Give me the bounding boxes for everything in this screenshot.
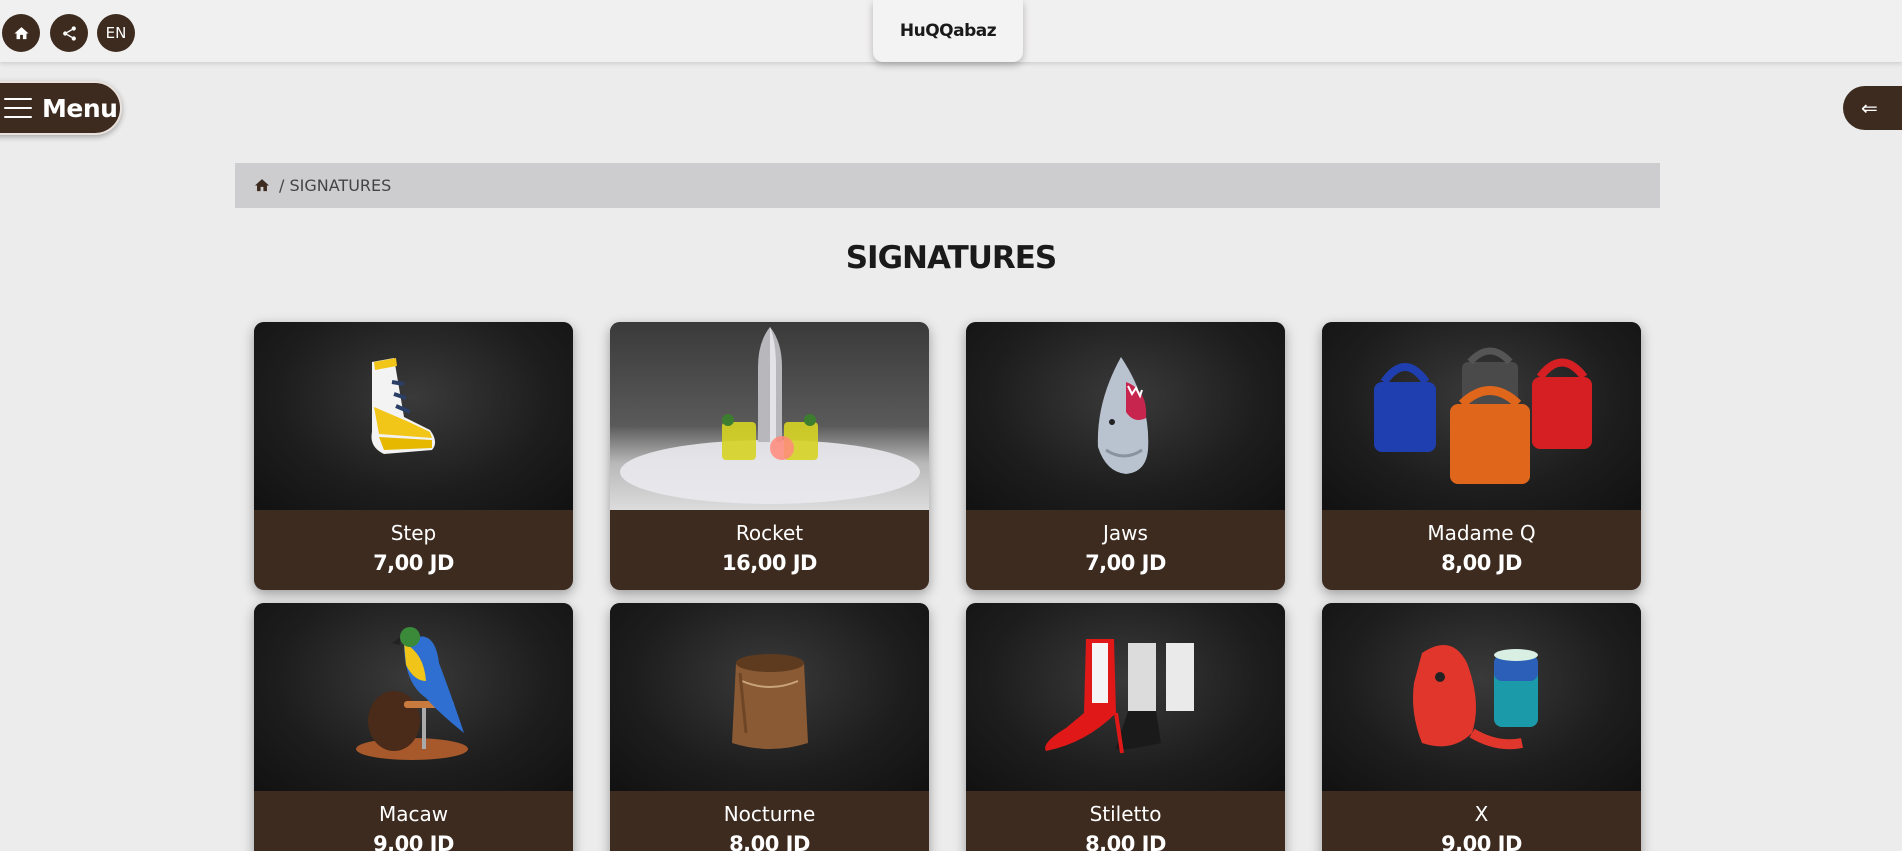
share-icon bbox=[62, 25, 76, 41]
shark-cup-icon bbox=[1097, 357, 1149, 474]
product-card[interactable]: Nocturne 8,00 JD bbox=[610, 603, 929, 851]
product-card[interactable]: Stiletto 8,00 JD bbox=[966, 603, 1285, 851]
product-name: X bbox=[1474, 802, 1489, 826]
product-name: Rocket bbox=[735, 521, 804, 545]
hamburger-icon bbox=[4, 98, 32, 118]
product-card[interactable]: Jaws 7,00 JD bbox=[966, 322, 1285, 590]
product-price: 16,00 JD bbox=[722, 551, 817, 575]
language-button[interactable]: EN bbox=[97, 14, 135, 52]
share-button[interactable] bbox=[50, 14, 88, 52]
sneaker-glass-icon bbox=[371, 358, 436, 454]
back-arrow-icon: ⇐ bbox=[1861, 96, 1878, 120]
product-image bbox=[610, 322, 929, 510]
page-title: SIGNATURES bbox=[845, 240, 1058, 276]
logo[interactable]: HuQQabaz bbox=[873, 0, 1023, 62]
breadcrumb: / SIGNATURES bbox=[235, 163, 1660, 208]
product-price: 8,00 JD bbox=[729, 832, 810, 851]
product-price: 9,00 JD bbox=[1441, 832, 1522, 851]
product-name: Step bbox=[390, 521, 437, 545]
product-price: 8,00 JD bbox=[1085, 832, 1166, 851]
product-price: 8,00 JD bbox=[1441, 551, 1522, 575]
product-card[interactable]: Rocket 16,00 JD bbox=[610, 322, 929, 590]
rocket-drink-icon bbox=[620, 327, 920, 504]
home-button[interactable] bbox=[2, 14, 40, 52]
product-card[interactable]: Step 7,00 JD bbox=[254, 322, 573, 590]
breadcrumb-current: / SIGNATURES bbox=[279, 176, 392, 195]
product-image bbox=[1322, 322, 1641, 510]
back-button[interactable]: ⇐ bbox=[1843, 86, 1902, 130]
product-name: Nocturne bbox=[723, 802, 816, 826]
home-icon bbox=[13, 26, 29, 39]
product-price: 7,00 JD bbox=[373, 551, 454, 575]
menu-label: Menu bbox=[42, 93, 118, 123]
product-image bbox=[966, 603, 1285, 791]
product-name: Stiletto bbox=[1089, 802, 1162, 826]
top-bar: EN HuQQabaz bbox=[0, 0, 1902, 62]
breadcrumb-home-icon[interactable] bbox=[253, 177, 271, 194]
product-card[interactable]: Macaw 9,00 JD bbox=[254, 603, 573, 851]
product-image bbox=[254, 603, 573, 791]
product-image bbox=[966, 322, 1285, 510]
heels-glasses-icon bbox=[1045, 639, 1194, 754]
product-image bbox=[254, 322, 573, 510]
product-card[interactable]: Madame Q 8,00 JD bbox=[1322, 322, 1641, 590]
product-image bbox=[1322, 603, 1641, 791]
leather-bag-cup-icon bbox=[732, 654, 808, 749]
bags-drinks-icon bbox=[1374, 347, 1592, 484]
menu-button[interactable]: Menu bbox=[0, 81, 122, 135]
parrot-coconut-icon bbox=[356, 627, 468, 760]
octopus-glass-icon bbox=[1413, 645, 1538, 750]
product-card[interactable]: X 9,00 JD bbox=[1322, 603, 1641, 851]
product-name: Macaw bbox=[378, 802, 449, 826]
product-name: Jaws bbox=[1103, 521, 1148, 545]
product-image bbox=[610, 603, 929, 791]
product-price: 7,00 JD bbox=[1085, 551, 1166, 575]
product-price: 9,00 JD bbox=[373, 832, 454, 851]
product-name: Madame Q bbox=[1427, 521, 1536, 545]
